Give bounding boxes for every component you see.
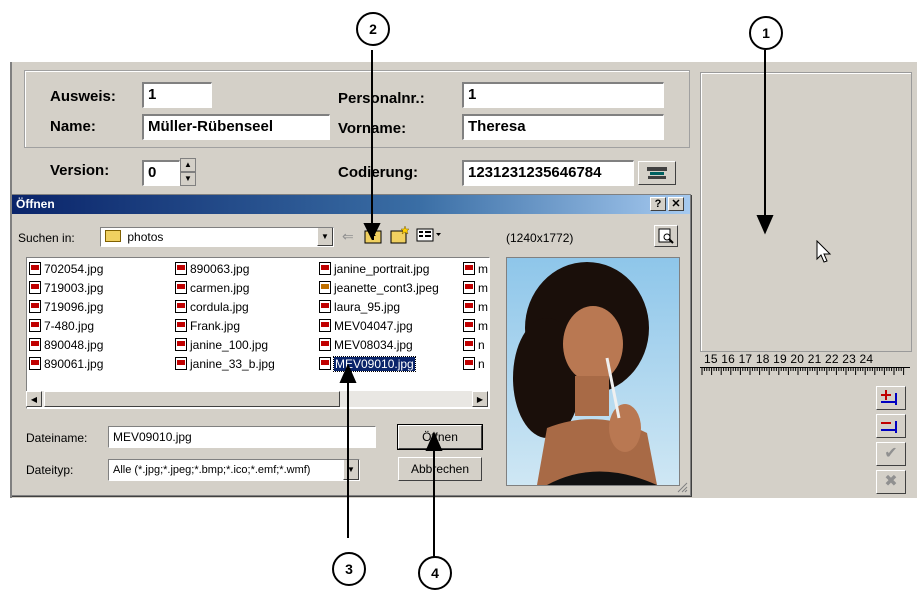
callout-3: 3 xyxy=(332,552,366,586)
callout-1: 1 xyxy=(749,16,783,50)
annotation-arrows xyxy=(339,50,774,558)
callout-2: 2 xyxy=(356,12,390,46)
callout-4: 4 xyxy=(418,556,452,590)
